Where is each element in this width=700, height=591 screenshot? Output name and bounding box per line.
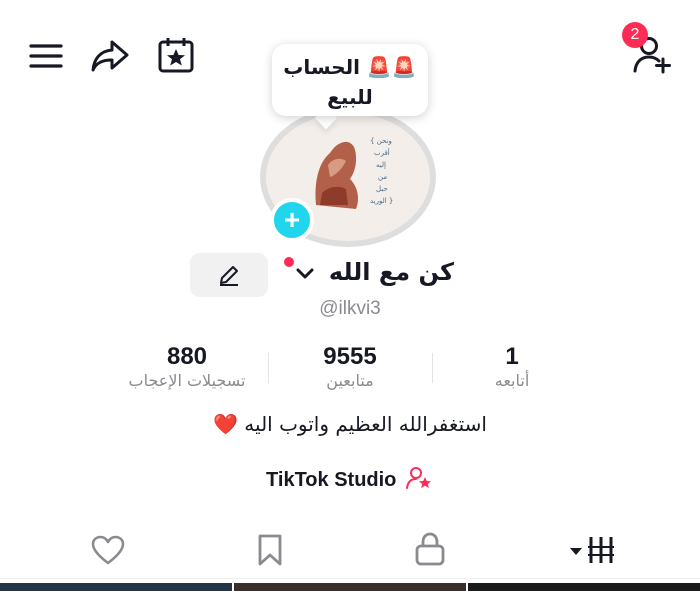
svg-text:الوريد }: الوريد } [370, 197, 393, 205]
person-star-icon [405, 467, 431, 489]
stat-value: 9555 [323, 343, 377, 370]
tab-videos[interactable] [562, 530, 620, 570]
svg-text:أقرب: أقرب [374, 148, 390, 157]
chevron-down-icon[interactable] [295, 265, 315, 283]
username-handle: @ilkvi3 [319, 298, 381, 319]
tab-divider [0, 578, 700, 579]
divider [432, 353, 433, 383]
heart-icon [91, 535, 125, 565]
add-avatar-button[interactable]: + [270, 198, 314, 242]
video-grid-peek [0, 583, 700, 591]
grid-icon [570, 537, 614, 563]
stat-followers[interactable]: 9555 متابعين [290, 343, 410, 390]
bookmark-icon [258, 534, 282, 566]
stat-label: تسجيلات الإعجاب [128, 371, 246, 390]
bubble-line-2: للبيع [327, 85, 373, 109]
share-arrow-icon[interactable] [88, 36, 132, 76]
tab-private[interactable] [410, 528, 450, 570]
tab-liked[interactable] [86, 530, 130, 570]
stat-value: 880 [166, 343, 208, 370]
svg-text:حبل: حبل [376, 185, 388, 193]
tiktok-studio-link[interactable]: TikTok Studio [230, 466, 470, 492]
profile-bio: استغفرالله العظيم واتوب اليه ❤️ [213, 412, 487, 436]
lock-icon [415, 532, 445, 566]
divider [268, 353, 269, 383]
svg-text:{ ونحن: { ونحن [370, 137, 392, 145]
video-thumbnail[interactable] [0, 583, 232, 591]
svg-text:من: من [378, 173, 387, 181]
stat-following[interactable]: 1 أتابعه [472, 343, 552, 390]
add-friend-button[interactable]: 2 [622, 22, 678, 76]
notification-badge: 2 [622, 22, 648, 48]
status-dot [284, 257, 294, 267]
display-name[interactable]: كن مع الله [314, 258, 454, 286]
note-bubble[interactable]: 🚨🚨 الحساب للبيع [272, 44, 428, 116]
video-thumbnail[interactable] [234, 583, 466, 591]
svg-text:إليه: إليه [376, 161, 386, 169]
tab-saved[interactable] [250, 530, 290, 570]
bubble-line-1: 🚨🚨 الحساب [283, 55, 417, 79]
stat-value: 1 [505, 343, 519, 370]
menu-icon[interactable] [26, 36, 66, 76]
stat-likes[interactable]: 880 تسجيلات الإعجاب [120, 343, 254, 390]
stat-label: أتابعه [494, 371, 530, 390]
pencil-icon [220, 266, 238, 286]
video-thumbnail[interactable] [468, 583, 700, 591]
calendar-star-icon[interactable] [154, 34, 198, 76]
studio-label: TikTok Studio [266, 469, 397, 491]
stat-label: متابعين [326, 371, 374, 390]
edit-profile-button[interactable] [190, 253, 268, 297]
